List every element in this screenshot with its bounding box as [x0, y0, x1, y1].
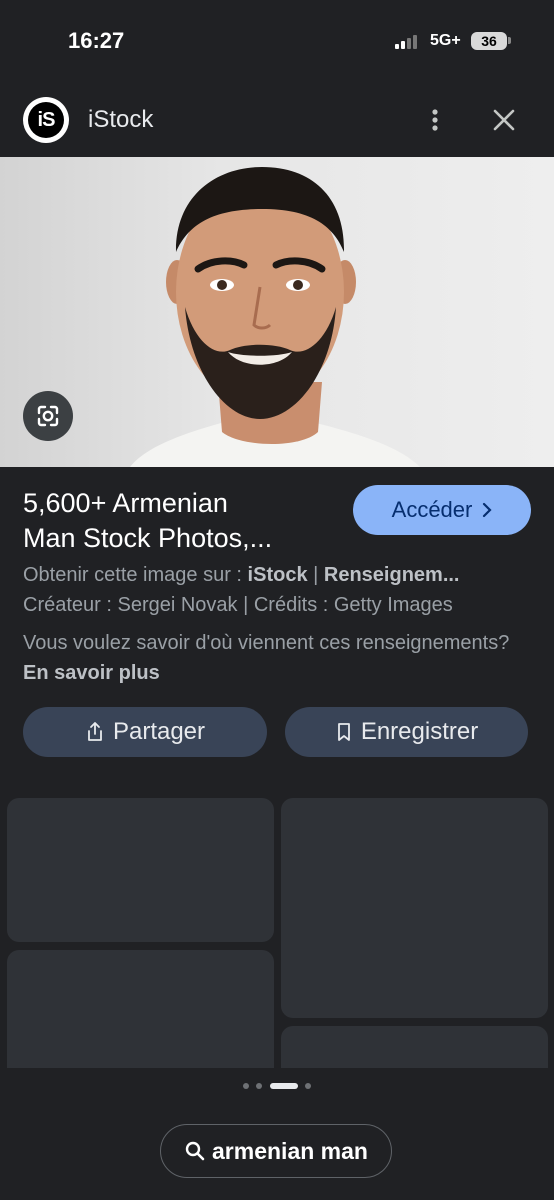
info-line: Vous voulez savoir d'où viennent ces ren…	[23, 628, 533, 688]
bookmark-icon	[337, 723, 350, 741]
battery-icon: 36	[471, 32, 507, 50]
source-line: Obtenir cette image sur : iStock | Rense…	[23, 564, 533, 587]
lens-icon	[37, 405, 59, 427]
share-label: Partager	[112, 718, 206, 745]
save-button[interactable]: Enregistrer	[285, 707, 528, 757]
search-icon	[185, 1141, 205, 1161]
close-icon[interactable]	[488, 104, 520, 136]
battery-tip	[508, 37, 511, 44]
google-lens-button[interactable]	[23, 391, 73, 441]
credits-line: Créateur : Sergei Novak | Crédits : Gett…	[23, 594, 453, 616]
learn-more-link[interactable]: En savoir plus	[23, 662, 160, 684]
save-label: Enregistrer	[360, 718, 479, 745]
search-query: armenian man	[212, 1137, 368, 1164]
visit-button[interactable]: Accéder	[353, 485, 531, 535]
chevron-right-icon	[483, 502, 492, 518]
title-line-1: 5,600+ Armenian	[23, 488, 228, 518]
site-name: iStock	[88, 106, 154, 133]
network-type: 5G+	[430, 32, 461, 49]
more-options-icon[interactable]	[424, 104, 446, 136]
istock-logo: iS	[23, 97, 69, 143]
info-question: Vous voulez savoir d'où viennent ces ren…	[23, 632, 510, 654]
share-button[interactable]: Partager	[23, 707, 267, 757]
result-title: 5,600+ Armenian Man Stock Photos,...	[23, 486, 343, 556]
visit-label: Accéder	[391, 497, 473, 522]
source-name[interactable]: iStock	[248, 564, 308, 586]
status-time: 16:27	[68, 28, 125, 53]
title-line-2: Man Stock Photos,...	[23, 523, 273, 553]
result-image[interactable]	[0, 157, 554, 467]
source-separator: |	[307, 564, 324, 586]
cellular-signal-icon	[395, 33, 423, 49]
source-prefix: Obtenir cette image sur :	[23, 564, 248, 586]
search-query-pill[interactable]: armenian man	[160, 1124, 392, 1178]
logo-text: iS	[28, 102, 64, 138]
share-icon	[88, 722, 102, 741]
source-info-link[interactable]: Renseignem...	[324, 564, 460, 586]
related-image-tile[interactable]	[7, 798, 274, 942]
related-image-tile[interactable]	[281, 798, 548, 1018]
